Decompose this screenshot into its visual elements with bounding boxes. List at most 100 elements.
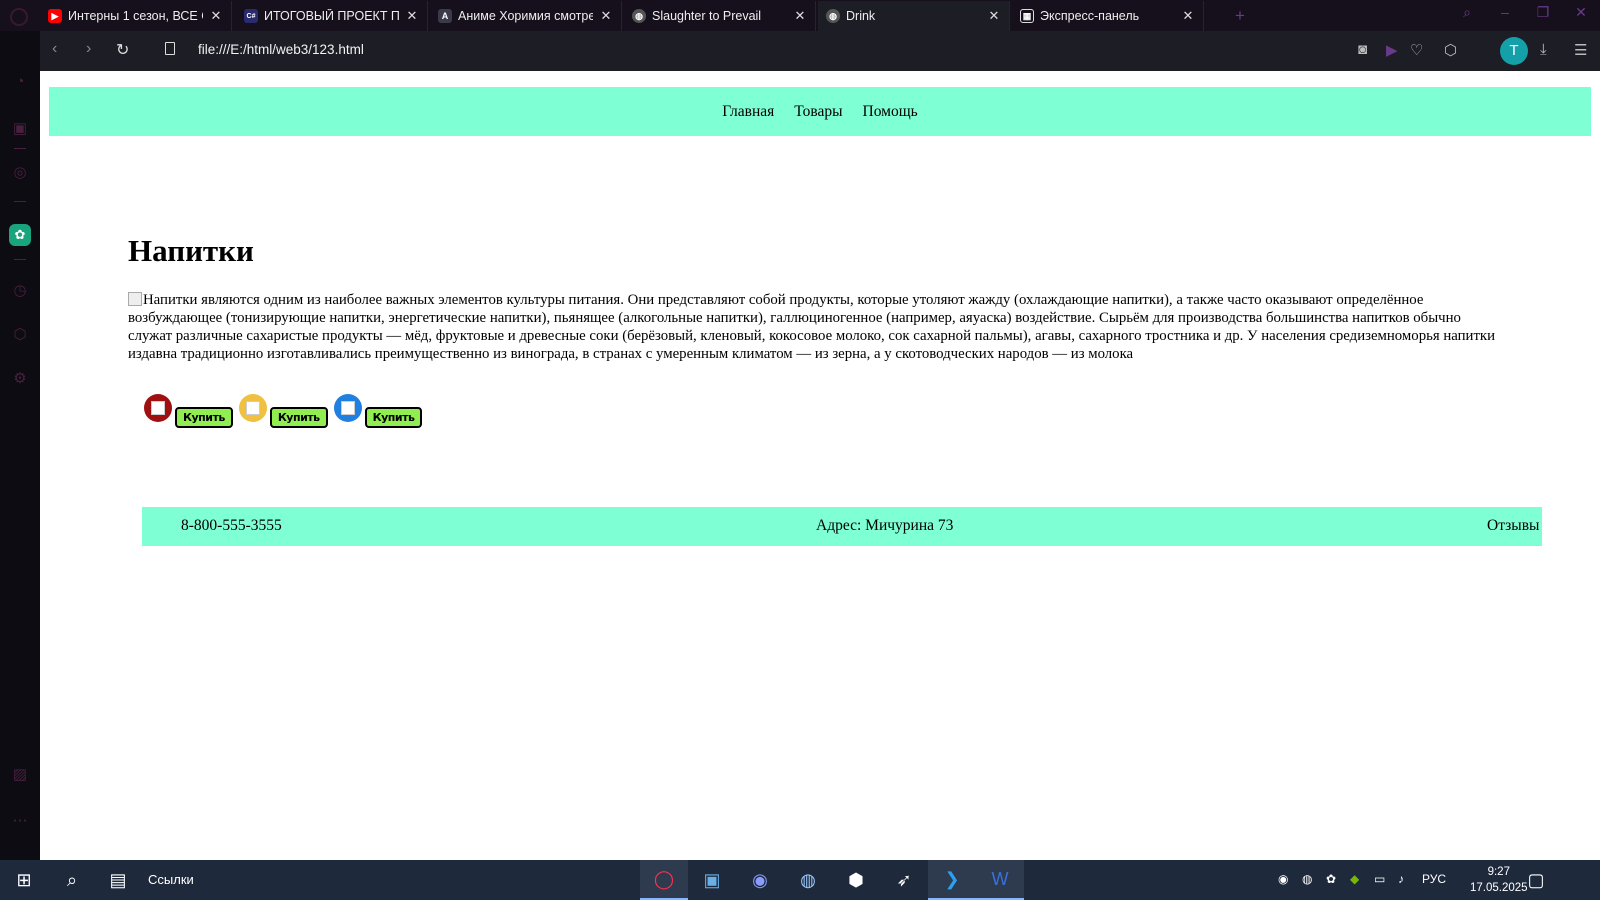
- gallery-icon[interactable]: ▨: [10, 765, 30, 785]
- workspace-icon[interactable]: ▣: [10, 119, 30, 139]
- close-tab-icon[interactable]: ✕: [793, 8, 807, 24]
- product-image: [333, 394, 362, 422]
- footer-phone[interactable]: 8-800-555-3555: [181, 517, 282, 535]
- url-field[interactable]: file:///E:/html/web3/123.html: [198, 42, 364, 57]
- product-image: [144, 394, 172, 422]
- broken-image-icon: [340, 401, 355, 415]
- notifications-icon[interactable]: ▢: [1512, 860, 1560, 900]
- address-bar: ‹ › ↻ file:///E:/html/web3/123.html ◙ ▶ …: [40, 31, 1600, 71]
- speed-dial-icon[interactable]: ◔: [10, 73, 30, 93]
- sidebar-divider: [14, 259, 26, 260]
- site-footer: 8-800-555-3555 Адрес: Мичурина 73 Отзывы: [142, 507, 1542, 546]
- taskbar-links-label[interactable]: Ссылки: [148, 872, 194, 887]
- search-icon[interactable]: ⌕: [48, 860, 96, 900]
- back-icon[interactable]: ‹: [52, 40, 57, 58]
- explorer-taskbar-icon[interactable]: ▣: [688, 860, 736, 900]
- tab-5-active[interactable]: ◍ Drink ✕: [818, 1, 1010, 31]
- tab-2[interactable]: C# ИТОГОВЫЙ ПРОЕКТ ПО НВП ✕: [236, 1, 428, 31]
- opera-taskbar-icon[interactable]: ◯: [640, 860, 688, 900]
- close-tab-icon[interactable]: ✕: [987, 8, 1001, 24]
- broken-image-icon: [245, 401, 260, 415]
- profile-avatar[interactable]: T: [1500, 37, 1528, 65]
- discord-taskbar-icon[interactable]: ◉: [736, 860, 784, 900]
- footer-address: Адрес: Мичурина 73: [816, 517, 954, 534]
- opera-logo-icon[interactable]: [10, 8, 28, 26]
- nav-link-home[interactable]: Главная: [722, 103, 774, 121]
- settings-gear-icon[interactable]: ⚙: [10, 369, 30, 389]
- tab-title: ИТОГОВЫЙ ПРОЕКТ ПО НВП: [264, 9, 399, 23]
- steam-taskbar-icon[interactable]: ◍: [784, 860, 832, 900]
- restore-icon[interactable]: ❐: [1524, 4, 1562, 21]
- bird-app-taskbar-icon[interactable]: ➶: [880, 860, 928, 900]
- globe-icon: ◍: [826, 9, 840, 23]
- youtube-icon: ▶: [48, 9, 62, 23]
- close-tab-icon[interactable]: ✕: [209, 8, 223, 24]
- search-tabs-icon[interactable]: ⌕: [1448, 4, 1486, 21]
- minimize-icon[interactable]: –: [1486, 4, 1524, 21]
- cube-icon[interactable]: ⬡: [1444, 41, 1457, 59]
- tab-title: Аниме Хоримия смотреть: [458, 9, 593, 23]
- new-tab-icon[interactable]: +: [1235, 6, 1245, 26]
- close-window-icon[interactable]: ✕: [1562, 4, 1600, 21]
- buy-button[interactable]: Купить: [269, 407, 328, 428]
- extensions-cube-icon[interactable]: ⬡: [10, 325, 30, 345]
- footer-reviews-link[interactable]: Отзывы: [1487, 517, 1539, 535]
- description-text: Напитки являются одним из наиболее важны…: [128, 292, 1496, 362]
- description-paragraph: Напитки являются одним из наиболее важны…: [128, 291, 1508, 363]
- page-title: Напитки: [128, 233, 254, 268]
- nvidia-tray-icon[interactable]: ◆: [1350, 872, 1359, 886]
- tab-3[interactable]: A Аниме Хоримия смотреть ✕: [430, 1, 622, 31]
- web-page: Главная Товары Помощь Напитки Напитки яв…: [40, 71, 1600, 860]
- language-indicator[interactable]: РУС: [1422, 872, 1446, 886]
- extension-icon[interactable]: ◎: [10, 163, 30, 183]
- download-icon[interactable]: ⤓: [1540, 41, 1547, 58]
- tab-1[interactable]: ▶ Интерны 1 сезон, ВСЕ СЕРИИ ✕: [40, 1, 232, 31]
- start-windows-icon[interactable]: ⊞: [0, 860, 48, 900]
- grid-icon: ▦: [1020, 9, 1034, 23]
- discord-tray-icon[interactable]: ◉: [1278, 872, 1288, 886]
- tab-6[interactable]: ▦ Экспресс-панель ✕: [1012, 1, 1204, 31]
- nav-link-products[interactable]: Товары: [794, 103, 842, 121]
- close-tab-icon[interactable]: ✕: [405, 8, 419, 24]
- nav-link-help[interactable]: Помощь: [863, 103, 918, 121]
- site-icon: C#: [244, 9, 258, 23]
- tab-title: Интерны 1 сезон, ВСЕ СЕРИИ: [68, 9, 203, 23]
- reload-icon[interactable]: ↻: [116, 40, 129, 60]
- dice-app-taskbar-icon[interactable]: ⬢: [832, 860, 880, 900]
- task-view-icon[interactable]: ▤: [94, 860, 142, 900]
- anime-icon: A: [438, 9, 452, 23]
- close-tab-icon[interactable]: ✕: [1181, 8, 1195, 24]
- volume-tray-icon[interactable]: ♪: [1398, 872, 1404, 886]
- chatgpt-tray-icon[interactable]: ✿: [1326, 872, 1336, 886]
- product-image: [238, 394, 267, 422]
- broken-image-icon: [128, 292, 142, 306]
- steam-tray-icon[interactable]: ◍: [1302, 872, 1312, 886]
- tab-strip: ▶ Интерны 1 сезон, ВСЕ СЕРИИ ✕ C# ИТОГОВ…: [0, 0, 1600, 31]
- send-icon[interactable]: ▶: [1386, 41, 1398, 59]
- chatgpt-icon[interactable]: ✿: [9, 224, 31, 246]
- windows-taskbar: ⊞ ⌕ ▤ Ссылки ◯ ▣ ◉ ◍ ⬢ ➶ ❯ W ◉ ◍ ✿ ◆ ▭ ♪…: [0, 860, 1600, 900]
- buy-button[interactable]: Купить: [364, 407, 423, 428]
- history-icon[interactable]: ◷: [10, 281, 30, 301]
- more-icon[interactable]: ⋯: [10, 811, 30, 831]
- sidebar-divider: [14, 201, 26, 202]
- site-nav: Главная Товары Помощь: [49, 87, 1591, 136]
- file-icon: [165, 42, 175, 55]
- vscode-taskbar-icon[interactable]: ❯: [928, 860, 976, 900]
- tab-title: Slaughter to Prevail: [652, 9, 762, 23]
- window-controls: ⌕ – ❐ ✕: [1448, 4, 1600, 21]
- browser-sidebar: ◔ ▣ ◎ ✿ ◷ ⬡ ⚙ ▨ ⋯: [0, 31, 40, 860]
- buy-button[interactable]: Купить: [175, 407, 233, 428]
- menu-icon[interactable]: ☰: [1574, 41, 1587, 59]
- globe-icon: ◍: [632, 9, 646, 23]
- broken-image-icon: [151, 401, 165, 415]
- word-taskbar-icon[interactable]: W: [976, 860, 1024, 900]
- tab-4[interactable]: ◍ Slaughter to Prevail ✕: [624, 1, 816, 31]
- close-tab-icon[interactable]: ✕: [599, 8, 613, 24]
- forward-icon[interactable]: ›: [86, 40, 91, 58]
- network-tray-icon[interactable]: ▭: [1374, 872, 1385, 886]
- heart-icon[interactable]: ♡: [1410, 41, 1423, 59]
- sidebar-divider: [14, 148, 26, 149]
- snapshot-icon[interactable]: ◙: [1358, 41, 1367, 58]
- product-list: Купить Купить Купить: [144, 394, 428, 428]
